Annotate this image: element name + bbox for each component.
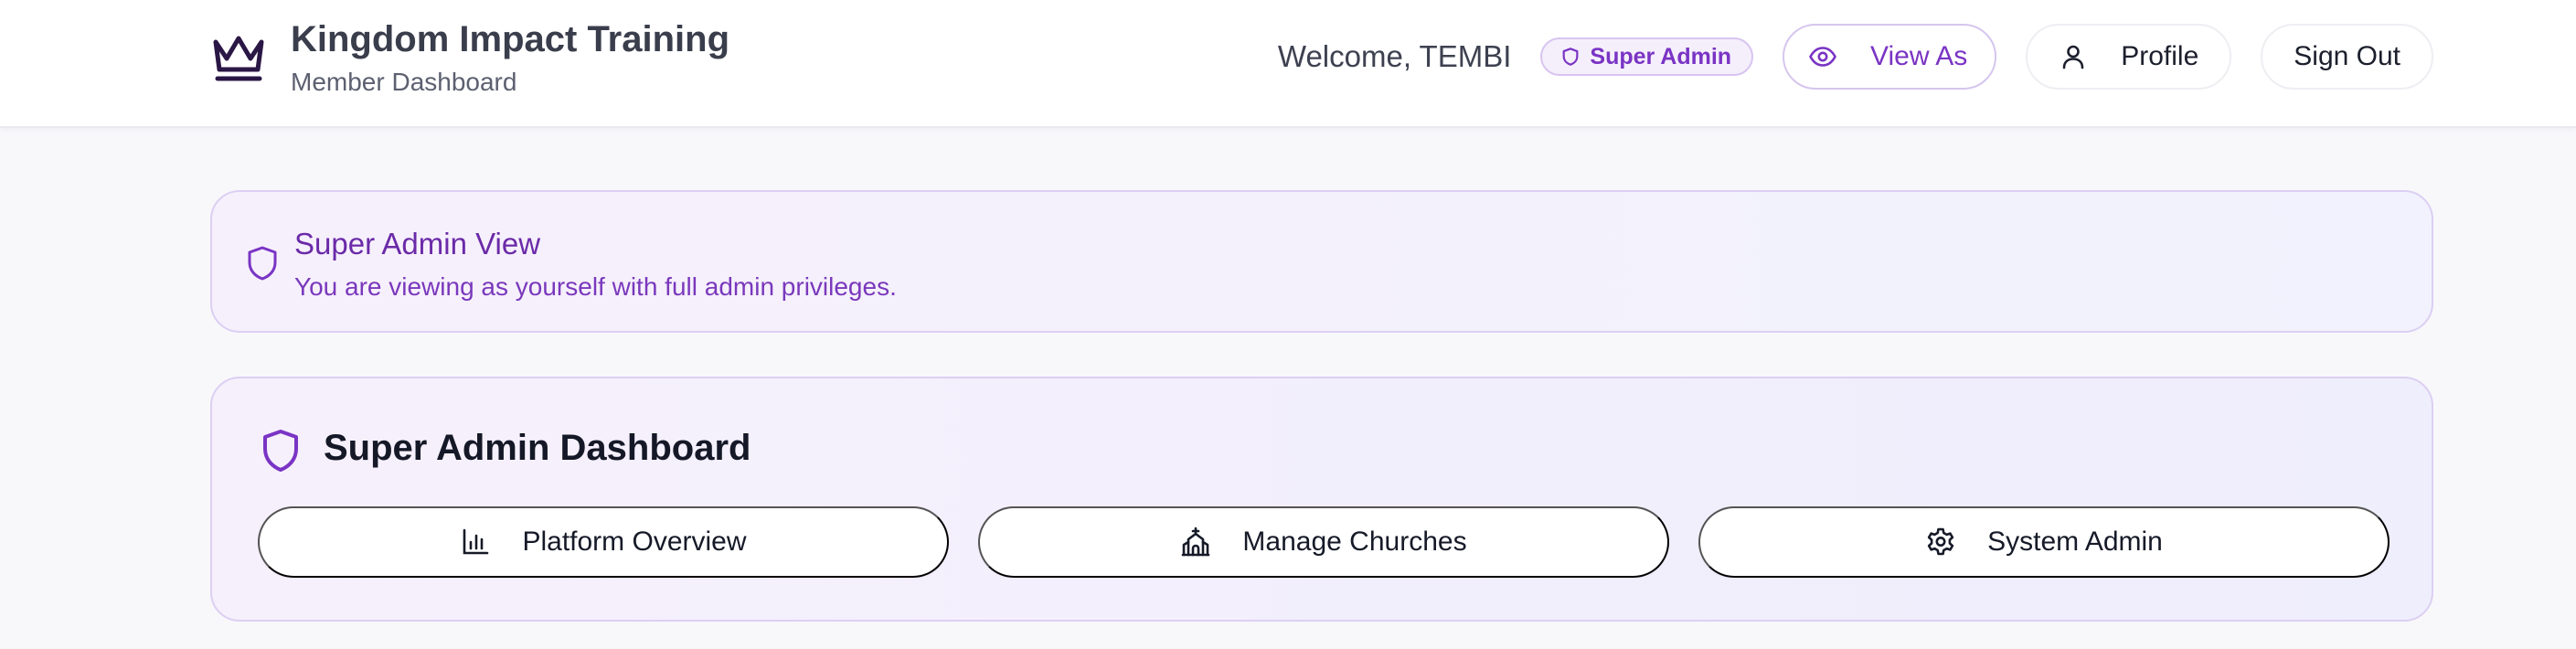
app-header: Kingdom Impact Training Member Dashboard… bbox=[0, 0, 2576, 128]
system-admin-label: System Admin bbox=[1987, 527, 2163, 557]
shield-icon bbox=[1562, 48, 1579, 66]
sign-out-label: Sign Out bbox=[2294, 41, 2400, 71]
system-admin-button[interactable]: System Admin bbox=[1698, 506, 2390, 578]
shield-icon bbox=[248, 246, 277, 281]
eye-icon bbox=[1809, 47, 1836, 67]
bar-chart-icon bbox=[463, 528, 489, 555]
dashboard-title: Super Admin Dashboard bbox=[324, 428, 751, 468]
banner-title: Super Admin View bbox=[294, 227, 541, 261]
brand[interactable]: Kingdom Impact Training Member Dashboard bbox=[208, 20, 729, 95]
dashboard-actions: Platform Overview Manage Churches System… bbox=[258, 506, 2390, 578]
banner-text: You are viewing as yourself with full ad… bbox=[294, 272, 897, 301]
app-subtitle: Member Dashboard bbox=[291, 68, 517, 96]
platform-overview-button[interactable]: Platform Overview bbox=[258, 506, 949, 578]
manage-churches-label: Manage Churches bbox=[1242, 527, 1467, 557]
welcome-text: Welcome, TEMBI bbox=[1277, 39, 1512, 73]
role-badge: Super Admin bbox=[1540, 37, 1754, 76]
super-admin-dashboard-card: Super Admin Dashboard Platform Overview … bbox=[210, 377, 2433, 622]
user-icon bbox=[2062, 45, 2084, 69]
shield-icon bbox=[263, 430, 298, 472]
role-badge-label: Super Admin bbox=[1590, 43, 1732, 69]
header-actions: Welcome, TEMBI Super Admin View As Profi… bbox=[1278, 24, 2433, 90]
platform-overview-label: Platform Overview bbox=[522, 527, 747, 557]
app-title: Kingdom Impact Training bbox=[291, 19, 730, 59]
manage-churches-button[interactable]: Manage Churches bbox=[978, 506, 1669, 578]
sign-out-button[interactable]: Sign Out bbox=[2261, 24, 2433, 90]
church-icon bbox=[1182, 527, 1210, 557]
admin-view-banner: Super Admin View You are viewing as your… bbox=[210, 190, 2433, 333]
profile-button[interactable]: Profile bbox=[2026, 24, 2232, 90]
gear-icon bbox=[1927, 527, 1954, 556]
view-as-label: View As bbox=[1870, 41, 1968, 71]
view-as-button[interactable]: View As bbox=[1783, 24, 1997, 90]
crown-icon bbox=[213, 36, 264, 81]
profile-label: Profile bbox=[2121, 41, 2199, 71]
